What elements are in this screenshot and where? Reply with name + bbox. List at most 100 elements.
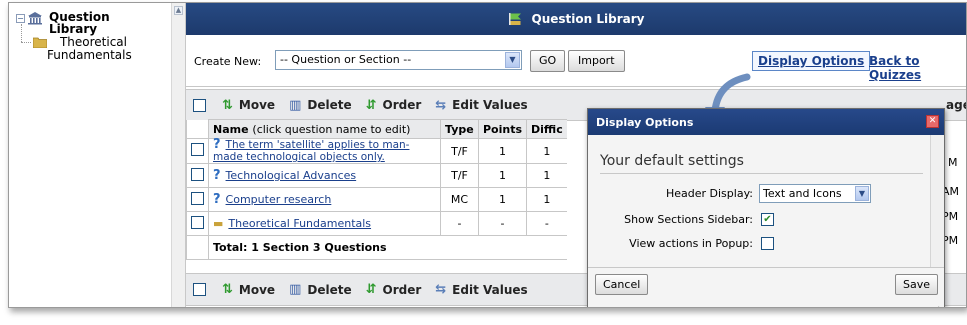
edit-values-label: Edit Values [452,282,528,297]
resize-grip-icon[interactable]: ⋰⋰ [932,306,940,308]
name-column-header[interactable]: Name (click question name to edit) [208,119,441,139]
edit-values-action[interactable]: ⇆ Edit Values [435,282,527,297]
modified-cell: M [948,156,958,169]
go-button[interactable]: GO [530,50,566,72]
dialog-title: Display Options [596,116,694,129]
close-icon[interactable]: ✕ [926,115,939,128]
table-header-row: Name (click question name to edit) Type … [186,119,567,139]
move-action[interactable]: ⇅ Move [222,98,275,113]
move-action[interactable]: ⇅ Move [222,282,275,297]
tree-root-label[interactable]: Question Library [49,11,119,35]
chevron-down-icon[interactable]: ▼ [855,186,869,201]
sidebar-toggle-label: Show Sections Sidebar: [624,213,753,226]
scroll-up-icon[interactable]: ▲ [174,6,183,15]
create-type-value: -- Question or Section -- [280,53,412,66]
folder-icon [33,37,47,48]
question-icon: ? [213,137,221,152]
tree-root[interactable]: − Question Library [16,11,119,35]
points-cell: 1 [477,187,528,212]
header-display-select[interactable]: Text and Icons ▼ [759,184,871,203]
question-icon: ? [213,168,221,183]
points-column-header[interactable]: Points [477,119,528,139]
question-link[interactable]: The term 'satellite' applies to man-made… [213,139,409,163]
screenshot-frame: − Question Library Theoretical Fundament… [8,2,967,308]
save-button[interactable]: Save [894,274,938,295]
back-to-quizzes-link[interactable]: Back to Quizzes [869,54,966,82]
difficulty-cell: 1 [526,163,567,188]
type-cell: T/F [440,138,479,164]
delete-action[interactable]: ▥ Delete [289,98,352,113]
display-options-highlight: Display Options [752,51,871,71]
trash-icon: ▥ [289,282,302,297]
popup-toggle-label: View actions in Popup: [629,237,753,250]
move-label: Move [238,282,276,297]
edit-values-action[interactable]: ⇆ Edit Values [435,98,527,113]
header-display-label: Header Display: [665,187,753,200]
select-all-checkbox[interactable] [193,283,206,296]
tree-connector [21,24,22,42]
move-icon: ⇅ [222,97,233,113]
points-cell: - [477,211,528,236]
chevron-down-icon[interactable]: ▼ [505,52,520,68]
delete-action[interactable]: ▥ Delete [289,282,352,297]
select-all-checkbox[interactable] [193,98,206,112]
popup-checkbox[interactable] [761,237,774,250]
page-header: Question Library [186,3,966,35]
total-summary: Total: 1 Section 3 Questions [207,235,567,260]
table-row: ? Technological Advances T/F 1 1 [186,163,567,188]
type-column-header[interactable]: Type [440,119,479,139]
collapse-icon[interactable]: − [16,14,25,23]
points-cell: 1 [477,163,528,188]
header-display-value: Text and Icons [763,187,842,200]
library-icon [28,12,42,25]
move-label: Move [238,98,276,112]
row-checkbox[interactable] [191,143,204,156]
folder-icon: ▬ [213,217,224,230]
create-type-select[interactable]: -- Question or Section -- ▼ [275,50,522,70]
row-checkbox[interactable] [191,191,204,205]
display-options-dialog: Display Options ✕ Your default settings … [587,108,945,308]
points-cell: 1 [477,138,528,164]
trash-icon: ▥ [289,97,302,113]
delete-label: Delete [307,98,352,112]
question-icon: ? [213,192,221,207]
sidebar-checkbox[interactable]: ✔ [761,213,774,226]
order-action[interactable]: ⇵ Order [366,282,422,297]
order-icon: ⇵ [365,282,377,297]
question-link[interactable]: Computer research [226,193,332,206]
import-button[interactable]: Import [568,50,625,72]
dialog-heading: Your default settings [600,153,744,169]
tree-scrollbar[interactable]: ▲ [171,3,185,307]
library-flag-icon [508,13,521,25]
cancel-button[interactable]: Cancel [595,274,649,295]
delete-label: Delete [307,282,352,297]
difficulty-cell: 1 [526,138,567,164]
order-icon: ⇵ [365,97,377,113]
tree-child[interactable]: Theoretical Fundamentals [33,36,132,62]
display-options-link[interactable]: Display Options [758,54,864,68]
page-title: Question Library [531,12,645,26]
difficulty-column-header[interactable]: Diffic [526,119,567,139]
type-cell: MC [440,187,479,212]
edit-values-icon: ⇆ [435,282,447,297]
order-action[interactable]: ⇵ Order [366,98,422,113]
dialog-footer: Cancel Save [588,267,944,299]
dialog-scrollbar[interactable] [930,135,944,267]
tree-connector [21,42,31,43]
section-link[interactable]: Theoretical Fundamentals [228,217,371,230]
order-label: Order [382,282,422,297]
edit-values-icon: ⇆ [435,97,447,113]
difficulty-cell: - [526,211,567,236]
order-label: Order [382,98,422,112]
dialog-divider [600,173,923,174]
type-cell: T/F [440,163,479,188]
table-row: ? The term 'satellite' applies to man-mad… [186,137,567,164]
row-checkbox[interactable] [191,215,204,229]
dialog-titlebar[interactable]: Display Options ✕ [588,109,944,135]
type-cell: - [440,211,479,236]
question-table: Name (click question name to edit) Type … [186,119,656,260]
question-link[interactable]: Technological Advances [226,169,357,182]
row-checkbox[interactable] [191,167,204,181]
create-new-label: Create New: [194,55,262,68]
tree-child-label[interactable]: Theoretical Fundamentals [47,36,132,62]
